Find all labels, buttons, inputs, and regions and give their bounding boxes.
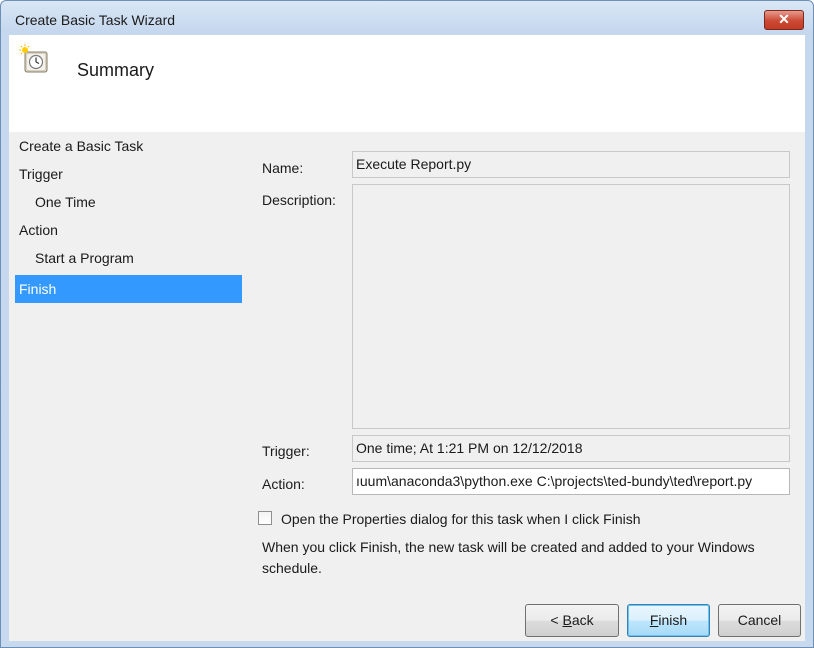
nav-item-finish[interactable]: Finish xyxy=(15,275,242,303)
page-title: Summary xyxy=(77,60,155,80)
close-button[interactable]: ✕ xyxy=(764,10,804,30)
back-rest: ack xyxy=(571,612,594,628)
wizard-header: Summary xyxy=(9,35,805,132)
action-field[interactable]: ıuum\anaconda3\python.exe C:\projects\te… xyxy=(352,468,790,495)
description-field[interactable] xyxy=(352,184,790,429)
close-icon: ✕ xyxy=(778,11,790,27)
nav-item-action[interactable]: Action xyxy=(15,216,242,244)
nav-item-trigger[interactable]: Trigger xyxy=(15,160,242,188)
nav-item-one-time[interactable]: One Time xyxy=(15,188,242,216)
wizard-window: Create Basic Task Wizard ✕ Summary Creat… xyxy=(0,0,814,648)
title-bar[interactable]: Create Basic Task Wizard ✕ xyxy=(1,1,813,35)
open-properties-label[interactable]: Open the Properties dialog for this task… xyxy=(281,511,641,527)
back-prefix: < xyxy=(550,612,563,628)
task-scheduler-icon xyxy=(19,44,48,73)
finish-rest: inish xyxy=(658,612,688,628)
nav-item-start-program[interactable]: Start a Program xyxy=(15,244,242,272)
nav-item-create-basic-task[interactable]: Create a Basic Task xyxy=(15,132,242,160)
open-properties-checkbox[interactable] xyxy=(258,511,272,525)
name-field[interactable]: Execute Report.py xyxy=(352,151,790,178)
wizard-content: Create a Basic Task Trigger One Time Act… xyxy=(9,132,805,641)
back-mnemonic: B xyxy=(562,612,572,628)
description-label: Description: xyxy=(262,192,336,208)
name-label: Name: xyxy=(262,160,304,176)
finish-button[interactable]: Finish xyxy=(627,604,710,637)
window-title: Create Basic Task Wizard xyxy=(15,12,176,28)
back-button[interactable]: < Back xyxy=(525,604,619,637)
finish-info-text: When you click Finish, the new task will… xyxy=(262,539,755,576)
trigger-field[interactable]: One time; At 1:21 PM on 12/12/2018 xyxy=(352,435,790,462)
trigger-label: Trigger: xyxy=(262,443,310,459)
action-label: Action: xyxy=(262,476,305,492)
cancel-button[interactable]: Cancel xyxy=(718,604,801,637)
